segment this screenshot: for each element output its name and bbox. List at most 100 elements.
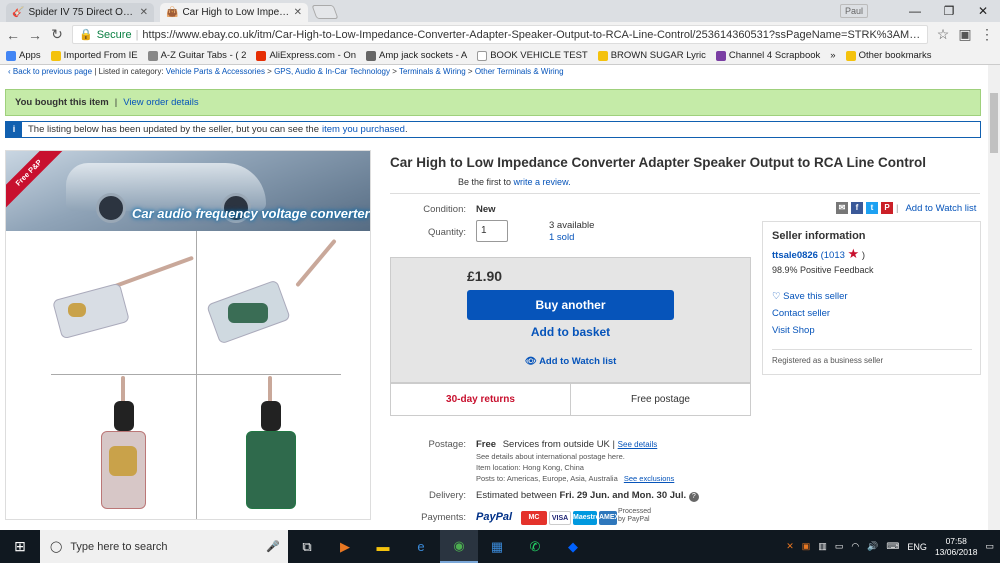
buy-another-button[interactable]: Buy another <box>467 290 674 320</box>
back-link[interactable]: Back to previous page <box>13 67 92 76</box>
bookmark-vehicle[interactable]: BOOK VEHICLE TEST <box>477 50 588 61</box>
more-bookmarks[interactable]: » <box>830 50 835 61</box>
quantity-input[interactable]: 1 <box>476 220 508 242</box>
feedback-score[interactable]: (1013 <box>821 250 845 261</box>
visa-logo: VISA <box>549 511 571 525</box>
mastercard-logo: MC <box>521 511 547 525</box>
star-icon: ★ <box>847 246 860 261</box>
item-title: Car High to Low Impedance Converter Adap… <box>390 155 927 170</box>
crumb-vehicle[interactable]: Vehicle Parts & Accessories <box>166 67 265 76</box>
file-explorer-icon[interactable]: ▬ <box>364 530 402 563</box>
chrome-icon[interactable]: ◉ <box>440 530 478 563</box>
write-review-link[interactable]: write a review. <box>514 177 571 187</box>
windows-start-icon[interactable]: ⊞ <box>0 538 40 555</box>
visit-shop-link[interactable]: Visit Shop <box>772 325 815 336</box>
keyboard-icon[interactable]: ⌨ <box>886 541 899 552</box>
free-postage-label: Free postage <box>631 394 690 405</box>
registered-business: Registered as a business seller <box>772 356 884 365</box>
bookmark-channel4[interactable]: Channel 4 Scrapbook <box>715 50 820 61</box>
image-gallery[interactable]: Car audio frequency voltage converter Fr… <box>5 150 371 520</box>
add-to-basket-button[interactable]: Add to basket <box>467 325 674 339</box>
watchlist-link[interactable]: Add to Watch list <box>905 203 976 214</box>
battery-icon[interactable]: ▭ <box>835 541 844 552</box>
guitar-icon <box>147 50 158 61</box>
close-icon[interactable]: ✕ <box>294 7 302 18</box>
whatsapp-icon[interactable]: ✆ <box>516 530 554 563</box>
restore-icon[interactable]: ❐ <box>932 4 966 18</box>
tab-spider[interactable]: 🎸 Spider IV 75 Direct Out O ✕ <box>6 3 154 22</box>
tab-title: Car High to Low Impedan <box>182 7 290 18</box>
seller-link[interactable]: ttsale0826 <box>772 250 818 261</box>
bookmark-aliexpress[interactable]: AliExpress.com - On <box>256 50 356 61</box>
crumb-gps[interactable]: GPS, Audio & In-Car Technology <box>274 67 390 76</box>
bookmark-amp[interactable]: Amp jack sockets - A <box>366 50 467 61</box>
amex-logo: AMEX <box>599 511 619 525</box>
sold-link[interactable]: 1 sold <box>549 232 574 243</box>
close-icon[interactable]: ✕ <box>140 7 148 18</box>
bought-banner: You bought this item | View order detail… <box>5 89 981 116</box>
task-view-icon[interactable]: ⧉ <box>288 530 326 563</box>
bookmark-other[interactable]: Other bookmarks <box>845 50 931 61</box>
chevron-left-icon[interactable]: ‹ <box>8 67 11 76</box>
dropbox-icon[interactable]: ◆ <box>554 530 592 563</box>
lock-icon: 🔒 <box>79 29 93 41</box>
notifications-icon[interactable]: ▭ <box>985 541 994 552</box>
twitter-icon[interactable]: t <box>866 202 878 214</box>
tray-app-icon[interactable]: ▣ <box>802 541 811 552</box>
contact-seller-link[interactable]: Contact seller <box>772 308 830 319</box>
folder-icon <box>50 50 61 61</box>
paypal-logo: PayPal <box>476 511 513 523</box>
volume-icon[interactable]: 🔊 <box>867 541 878 552</box>
help-icon[interactable]: ? <box>688 492 699 502</box>
minimize-icon[interactable]: — <box>898 4 932 18</box>
menu-icon[interactable]: ⋮ <box>980 26 994 43</box>
close-window-icon[interactable]: ✕ <box>966 4 1000 18</box>
item-purchased-link[interactable]: item you purchased <box>322 124 405 135</box>
aliexpress-icon <box>256 50 267 61</box>
facebook-icon[interactable]: f <box>851 202 863 214</box>
extension-icon[interactable]: ▣ <box>958 26 972 43</box>
scrollbar[interactable] <box>988 65 1000 530</box>
toolbar: ← → ↻ 🔒 Secure | https://www.ebay.co.uk/… <box>0 22 1000 47</box>
payments-label: Payments: <box>421 512 466 523</box>
edge-icon[interactable]: e <box>402 530 440 563</box>
bookmark-brown-sugar[interactable]: BROWN SUGAR Lyric <box>597 50 706 61</box>
view-order-link[interactable]: View order details <box>123 97 198 108</box>
email-icon[interactable]: ✉ <box>836 202 848 214</box>
condition-value: New <box>476 204 496 215</box>
review-prompt: Be the first to write a review. <box>458 177 571 187</box>
taskbar-search[interactable]: ◯ Type here to search 🎤 <box>40 530 288 563</box>
reload-icon[interactable]: ↻ <box>50 26 64 43</box>
bought-text: You bought this item <box>15 97 109 108</box>
wifi-icon[interactable]: ◠ <box>851 541 859 552</box>
photos-icon[interactable]: ▦ <box>478 530 516 563</box>
add-to-watchlist-button[interactable]: 👁 Add to Watch list <box>467 356 674 367</box>
bookmark-ie[interactable]: Imported From IE <box>50 50 138 61</box>
crumb-terminals[interactable]: Terminals & Wiring <box>399 67 466 76</box>
crumb-other[interactable]: Other Terminals & Wiring <box>475 67 564 76</box>
media-player-icon[interactable]: ▶ <box>326 530 364 563</box>
clock[interactable]: 07:58 13/06/2018 <box>935 536 978 558</box>
profile-button[interactable]: Paul <box>839 4 868 18</box>
tray-app-icon[interactable]: ✕ <box>786 541 794 552</box>
exclusions-link[interactable]: See exclusions <box>624 474 674 483</box>
bookmarks-bar: Apps Imported From IE A-Z Guitar Tabs - … <box>0 47 1000 65</box>
returns-postage-box: 30-day returns Free postage <box>390 383 751 416</box>
processed-by-paypal: Processed by PayPal <box>618 508 652 523</box>
postage-details-link[interactable]: See details <box>618 440 658 449</box>
star-icon[interactable]: ☆ <box>936 26 950 43</box>
network-icon[interactable]: ▥ <box>818 541 827 552</box>
save-seller-link[interactable]: ♡ Save this seller <box>772 291 848 302</box>
hero-text: Car audio frequency voltage converter <box>132 206 370 221</box>
new-tab-button[interactable] <box>311 5 339 19</box>
back-icon[interactable]: ← <box>6 27 20 43</box>
bag-icon: 👜 <box>166 7 179 18</box>
forward-icon[interactable]: → <box>28 27 42 43</box>
bookmark-apps[interactable]: Apps <box>6 50 41 61</box>
tab-ebay[interactable]: 👜 Car High to Low Impedan ✕ <box>160 3 308 22</box>
bookmark-guitar[interactable]: A-Z Guitar Tabs - ( 2 <box>147 50 246 61</box>
language-indicator[interactable]: ENG <box>907 542 927 552</box>
microphone-icon[interactable]: 🎤 <box>266 540 280 553</box>
address-bar[interactable]: 🔒 Secure | https://www.ebay.co.uk/itm/Ca… <box>72 25 928 44</box>
pinterest-icon[interactable]: P <box>881 202 893 214</box>
